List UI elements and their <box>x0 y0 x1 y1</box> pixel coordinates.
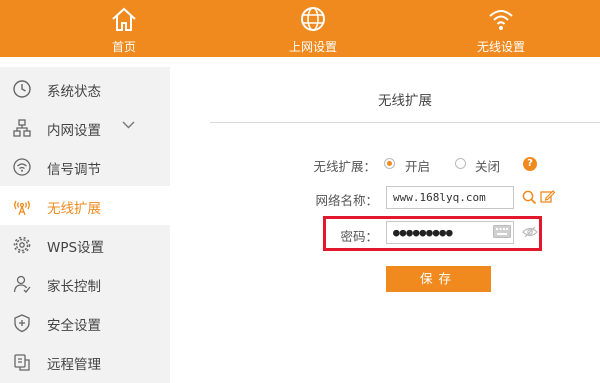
nav-home[interactable]: 首页 <box>64 0 184 57</box>
globe-icon <box>301 7 325 31</box>
sidebar-item-signal-adjust[interactable]: 信号调节 <box>0 147 170 186</box>
save-button[interactable]: 保存 <box>386 266 491 292</box>
sidebar-item-label: 安全设置 <box>47 318 101 334</box>
nav-internet-settings[interactable]: 上网设置 <box>253 0 373 57</box>
sidebar-item-system-status[interactable]: 系统状态 <box>0 69 170 108</box>
remote-icon <box>14 354 30 371</box>
edit-icon[interactable] <box>540 189 555 204</box>
extension-on-label[interactable]: 开启 <box>405 156 430 175</box>
sidebar-item-parental-control[interactable]: 家长控制 <box>0 264 170 303</box>
sidebar-item-label: 系统状态 <box>47 84 101 100</box>
extension-off-label[interactable]: 关闭 <box>475 156 500 175</box>
nav-wireless-label: 无线设置 <box>476 40 525 54</box>
password-highlight-box <box>323 216 542 251</box>
ssid-input[interactable]: www.168lyq.com <box>386 186 514 209</box>
page-title: 无线扩展 <box>378 93 432 109</box>
sidebar-item-label: 家长控制 <box>47 279 101 295</box>
signal-icon <box>13 158 31 176</box>
sidebar-item-label: 无线扩展 <box>47 201 101 217</box>
extension-off-radio[interactable] <box>455 158 466 169</box>
sidebar: 系统状态 内网设置 信号调节 无线扩展 WPS设置 家长控制 安全设置 远程管理 <box>0 67 170 383</box>
home-icon <box>112 7 136 31</box>
sidebar-item-label: 远程管理 <box>47 357 101 373</box>
gear-icon <box>13 236 31 254</box>
nav-wireless-settings[interactable]: 无线设置 <box>441 0 561 57</box>
shield-icon <box>14 314 30 333</box>
title-divider <box>210 122 600 123</box>
sidebar-item-lan-settings[interactable]: 内网设置 <box>0 108 170 147</box>
sidebar-item-label: 信号调节 <box>47 162 101 178</box>
wifi-icon <box>489 10 513 30</box>
ssid-label: 网络名称： <box>315 193 378 208</box>
extension-on-radio[interactable] <box>384 158 395 169</box>
antenna-icon <box>14 200 30 216</box>
extension-label: 无线扩展： <box>313 159 376 174</box>
help-icon[interactable]: ? <box>523 157 537 171</box>
nav-internet-label: 上网设置 <box>288 40 337 54</box>
sidebar-item-wps[interactable]: WPS设置 <box>0 225 170 264</box>
nav-home-label: 首页 <box>111 40 136 54</box>
sidebar-item-label: WPS设置 <box>47 240 105 256</box>
search-icon[interactable] <box>522 190 537 205</box>
chevron-down-icon[interactable] <box>122 121 135 129</box>
sidebar-item-wireless-extension[interactable]: 无线扩展 <box>0 186 170 225</box>
sidebar-item-remote-management[interactable]: 远程管理 <box>0 342 170 381</box>
clock-icon <box>13 80 31 98</box>
sidebar-item-label: 内网设置 <box>47 123 101 139</box>
top-navigation-bar: 首页 上网设置 无线设置 <box>0 0 600 57</box>
sidebar-item-security[interactable]: 安全设置 <box>0 303 170 342</box>
person-icon <box>13 275 31 293</box>
network-icon <box>13 119 31 137</box>
